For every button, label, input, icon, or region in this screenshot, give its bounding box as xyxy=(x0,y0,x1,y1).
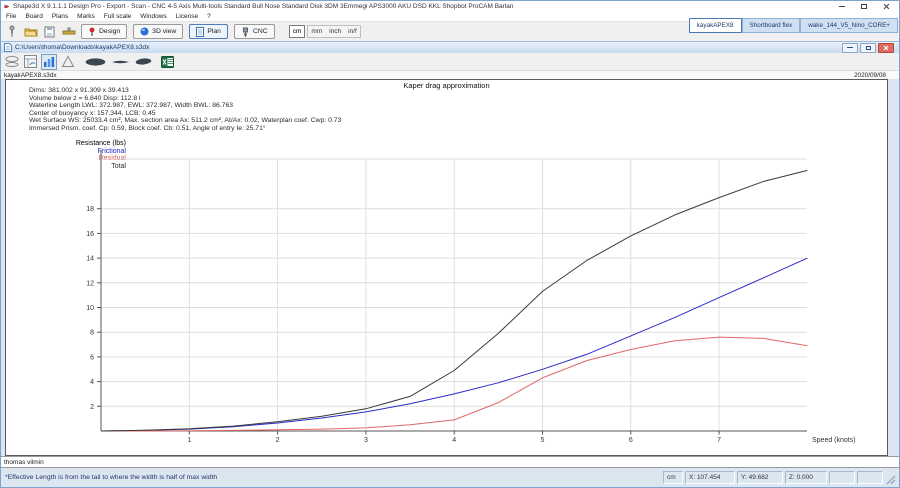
file-path: C:\Users\thoma\Downloads\kayakAPEX8.s3dx xyxy=(15,44,842,51)
design-button[interactable]: Design xyxy=(81,24,127,39)
titlebar: Shape3d X 9.1.1.1 Design Pro - Export - … xyxy=(1,1,899,11)
status-message: *Effective Length is from the tail to wh… xyxy=(3,474,661,481)
excel-export-icon[interactable] xyxy=(160,54,175,70)
unit-cm-button[interactable]: cm xyxy=(289,25,306,38)
status-x: X: 107.454 xyxy=(685,471,735,484)
svg-text:2: 2 xyxy=(90,404,94,411)
author-bar: thomas vilmin xyxy=(1,456,899,468)
menu-item-help[interactable]: ? xyxy=(207,13,211,20)
svg-text:1: 1 xyxy=(187,437,191,444)
menu-item-plans[interactable]: Plans xyxy=(52,13,68,20)
model-tab-kayakapex8[interactable]: kayakAPEX8 xyxy=(689,18,742,33)
cnc-button[interactable]: CNC xyxy=(234,24,275,39)
status-unit: cm xyxy=(663,471,683,484)
svg-text:8: 8 xyxy=(90,330,94,337)
doc-minimize-button[interactable] xyxy=(842,43,858,53)
app-window: Shape3d X 9.1.1.1 Design Pro - Export - … xyxy=(0,0,900,488)
svg-text:Speed (knots): Speed (knots) xyxy=(812,437,856,444)
doc-titlebar: C:\Users\thoma\Downloads\kayakAPEX8.s3dx xyxy=(1,41,899,53)
svg-text:5: 5 xyxy=(541,437,545,444)
status-z: Z: 0.000 xyxy=(785,471,827,484)
menu-item-full-scale[interactable]: Full scale xyxy=(104,13,131,20)
pin-icon[interactable] xyxy=(5,25,19,39)
panel-view-icon[interactable] xyxy=(23,54,38,70)
svg-text:10: 10 xyxy=(86,305,94,312)
status-y: Y: 49.682 xyxy=(737,471,783,484)
unit-group: mm inch in/f xyxy=(307,25,360,38)
resize-grip[interactable] xyxy=(885,474,897,486)
menu-item-marks[interactable]: Marks xyxy=(77,13,95,20)
unit-inf-button[interactable]: in/f xyxy=(348,28,357,35)
curvature-icon[interactable] xyxy=(60,54,76,70)
status-cell-empty xyxy=(857,471,883,484)
menu-item-file[interactable]: File xyxy=(6,13,16,20)
svg-text:4: 4 xyxy=(452,437,456,444)
svg-text:4: 4 xyxy=(90,379,94,386)
resistance-chart: 246810121416181234567Speed (knots) xyxy=(6,80,887,455)
outline-view-icon[interactable] xyxy=(4,54,20,70)
perspective-view-icon[interactable] xyxy=(134,54,153,70)
doc-header: kayakAPEX8.s3dx 2020/09/08 xyxy=(1,71,899,79)
svg-text:16: 16 xyxy=(86,231,94,238)
minimize-button[interactable] xyxy=(837,2,847,10)
doc-close-button[interactable] xyxy=(878,43,894,53)
bar-chart-icon xyxy=(43,56,55,68)
open-folder-icon[interactable] xyxy=(24,25,38,39)
menu-item-license[interactable]: License xyxy=(176,13,198,20)
maximize-button[interactable] xyxy=(859,2,869,10)
svg-text:12: 12 xyxy=(86,280,94,287)
plan-button-label: Plan xyxy=(207,28,221,35)
model-tab-wake144[interactable]: wake_144_V5_Nino_CORE+ xyxy=(800,18,898,33)
window-title: Shape3d X 9.1.1.1 Design Pro - Export - … xyxy=(13,3,837,10)
side-view-icon[interactable] xyxy=(110,54,131,70)
author-name: thomas vilmin xyxy=(4,459,44,466)
menu-item-board[interactable]: Board xyxy=(25,13,42,20)
model-tab-shortboard-flex[interactable]: Shortboard flex xyxy=(742,18,801,33)
svg-text:18: 18 xyxy=(86,206,94,213)
doc-restore-button[interactable] xyxy=(860,43,876,53)
doc-filename: kayakAPEX8.s3dx xyxy=(4,72,57,79)
document-icon xyxy=(4,43,12,52)
view-toolbar xyxy=(1,53,899,71)
chart-area: Kaper drag approximation Dims: 381.002 x… xyxy=(5,79,888,456)
ruler-icon[interactable] xyxy=(62,25,76,39)
status-cell-empty xyxy=(829,471,855,484)
workspace: Kaper drag approximation Dims: 381.002 x… xyxy=(1,79,899,456)
design-pin-icon xyxy=(88,27,96,37)
sphere-icon xyxy=(140,27,149,36)
top-view-icon[interactable] xyxy=(84,54,107,70)
unit-mm-button[interactable]: mm xyxy=(311,28,322,35)
doc-date: 2020/09/08 xyxy=(854,72,896,79)
app-logo-icon xyxy=(3,3,10,10)
plan-button[interactable]: Plan xyxy=(189,24,228,39)
unit-inch-button[interactable]: inch xyxy=(329,28,341,35)
svg-text:2: 2 xyxy=(276,437,280,444)
close-button[interactable] xyxy=(881,2,891,10)
svg-text:6: 6 xyxy=(629,437,633,444)
view3d-button[interactable]: 3D view xyxy=(133,24,183,39)
cnc-icon xyxy=(241,27,250,37)
cnc-button-label: CNC xyxy=(253,28,268,35)
svg-text:3: 3 xyxy=(364,437,368,444)
menu-item-windows[interactable]: Windows xyxy=(140,13,166,20)
svg-text:7: 7 xyxy=(717,437,721,444)
statusbar: *Effective Length is from the tail to wh… xyxy=(1,468,899,487)
chart-view-button[interactable] xyxy=(41,54,57,70)
save-icon[interactable] xyxy=(43,25,57,39)
view3d-button-label: 3D view xyxy=(152,28,176,35)
svg-text:6: 6 xyxy=(90,354,94,361)
design-button-label: Design xyxy=(99,28,120,35)
svg-text:14: 14 xyxy=(86,256,94,263)
model-tabs: kayakAPEX8 Shortboard flex wake_144_V5_N… xyxy=(689,18,898,33)
plan-icon xyxy=(196,27,204,37)
